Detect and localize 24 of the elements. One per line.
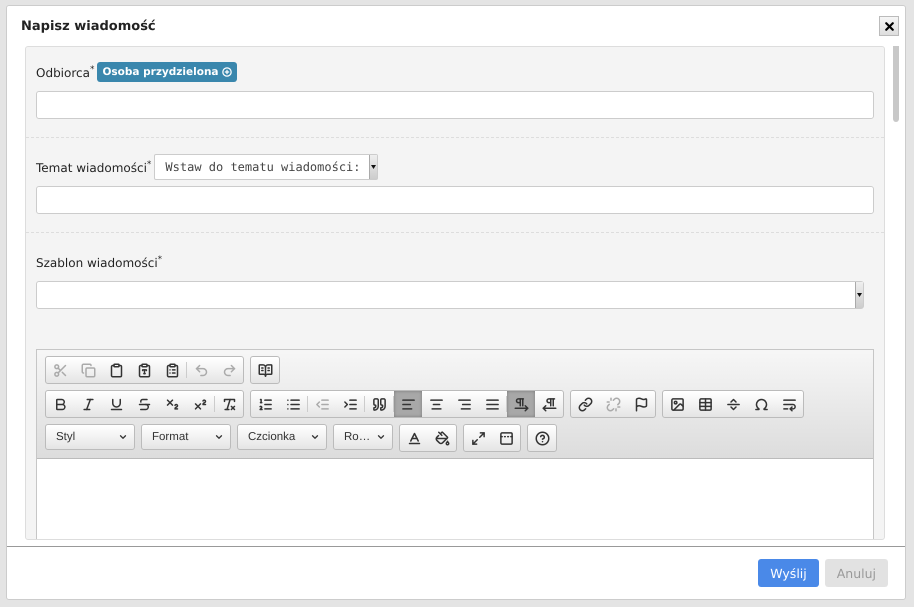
caret-icon xyxy=(118,432,128,442)
recipient-field[interactable] xyxy=(36,91,874,119)
pilcrow-button[interactable] xyxy=(507,391,535,417)
plus-icon xyxy=(222,67,232,77)
toolbar-dropdown[interactable]: Ro… xyxy=(333,424,393,450)
dropdown-arrow-icon xyxy=(857,293,862,297)
toolbar-dropdown[interactable]: Styl xyxy=(45,424,135,450)
align-left-button[interactable] xyxy=(394,391,422,417)
caret-icon xyxy=(310,432,320,442)
subject-field[interactable] xyxy=(36,186,874,214)
close-button[interactable] xyxy=(879,16,899,36)
scrollbar-thumb[interactable] xyxy=(893,46,899,122)
caret-icon xyxy=(214,432,224,442)
dialog-title: Napisz wiadomość xyxy=(21,18,156,34)
insert-into-subject-select[interactable]: Wstaw do tematu wiadomości: xyxy=(154,154,378,180)
recipient-label: Odbiorca$^{*}$ xyxy=(36,64,94,80)
toolbar-dropdown[interactable]: Czcionka xyxy=(237,424,327,450)
dropdown-arrow-icon xyxy=(370,165,376,169)
assign-person-button[interactable]: Osoba przydzielona xyxy=(97,62,237,82)
close-icon xyxy=(882,20,896,32)
caret-icon xyxy=(376,432,386,442)
subject-label: Temat wiadomości$^{*}$ xyxy=(36,160,152,174)
toolbar-dropdown[interactable]: Format xyxy=(141,424,231,450)
template-label: Szablon wiadomości$^{*}$ xyxy=(36,254,162,270)
